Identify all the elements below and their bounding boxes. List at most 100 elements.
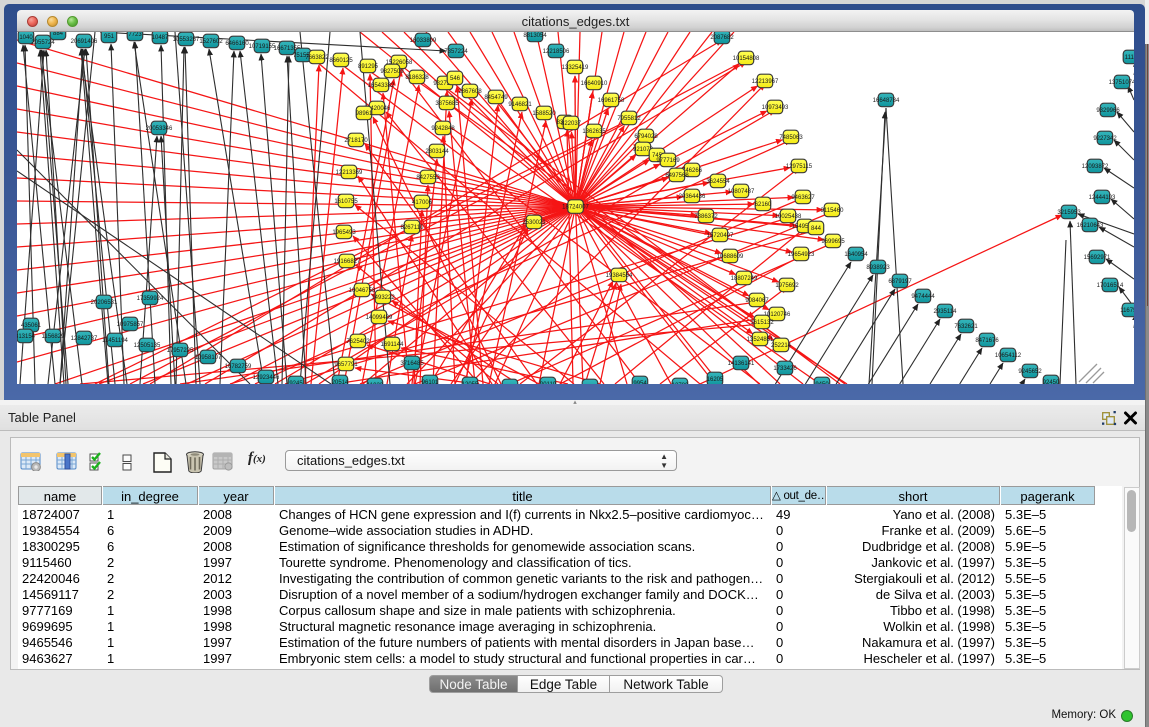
svg-text:116753: 116753 [1120, 308, 1134, 314]
svg-text:62160: 62160 [755, 202, 772, 208]
svg-text:7723: 7723 [128, 32, 142, 38]
svg-text:7632621: 7632621 [954, 324, 978, 330]
svg-text:6466160: 6466160 [225, 41, 249, 47]
svg-text:1733426: 1733426 [773, 366, 797, 372]
svg-text:1975692: 1975692 [775, 283, 799, 289]
svg-text:9450: 9450 [815, 382, 829, 384]
svg-text:9827509: 9827509 [380, 69, 404, 75]
svg-text:12213967: 12213967 [752, 79, 779, 85]
svg-text:13524851: 13524851 [747, 337, 774, 343]
svg-text:9242848: 9242848 [431, 126, 455, 132]
svg-text:16648784: 16648784 [873, 98, 900, 104]
svg-text:96101: 96101 [422, 380, 439, 384]
svg-text:2867608: 2867608 [458, 89, 482, 95]
svg-text:891295: 891295 [358, 64, 379, 70]
svg-text:19654923: 19654923 [788, 252, 815, 258]
svg-text:1362635: 1362635 [582, 129, 606, 135]
svg-text:13325419: 13325419 [562, 65, 589, 71]
svg-text:1640954: 1640954 [844, 252, 868, 258]
svg-text:10553267: 10553267 [173, 37, 200, 43]
svg-text:14099489: 14099489 [366, 315, 393, 321]
svg-text:9084067: 9084067 [745, 298, 769, 304]
svg-text:8813054: 8813054 [523, 33, 547, 39]
svg-text:10654112: 10654112 [995, 353, 1022, 359]
svg-text:1691144: 1691144 [381, 342, 405, 348]
svg-text:10487: 10487 [152, 35, 169, 41]
svg-text:12093872: 12093872 [1082, 164, 1109, 170]
svg-text:9115460: 9115460 [821, 208, 845, 214]
svg-text:9146821: 9146821 [508, 102, 532, 108]
svg-text:2803144: 2803144 [425, 149, 449, 155]
svg-text:9245: 9245 [289, 381, 303, 384]
svg-text:10025438: 10025438 [775, 214, 802, 220]
svg-text:9463627: 9463627 [791, 195, 815, 201]
svg-text:2087682: 2087682 [710, 35, 734, 41]
svg-text:1965493: 1965493 [332, 230, 356, 236]
svg-text:12505135: 12505135 [134, 343, 161, 349]
svg-text:16782759: 16782759 [225, 364, 252, 370]
svg-text:18724007: 18724007 [562, 205, 589, 211]
svg-text:10973493: 10973493 [762, 105, 789, 111]
svg-text:7485063: 7485063 [779, 135, 803, 141]
svg-text:10688609: 10688609 [717, 254, 744, 260]
svg-text:7386372: 7386372 [694, 214, 718, 220]
svg-text:16033809: 16033809 [410, 38, 437, 44]
svg-text:8454749: 8454749 [484, 95, 508, 101]
svg-text:1610755: 1610755 [334, 199, 358, 205]
svg-text:8427552: 8427552 [416, 175, 440, 181]
svg-text:12444193: 12444193 [1089, 195, 1116, 201]
svg-text:9474444: 9474444 [911, 294, 935, 300]
svg-text:6497568: 6497568 [665, 173, 689, 179]
svg-text:884: 884 [53, 32, 64, 37]
svg-text:8186328: 8186328 [405, 75, 429, 81]
svg-text:20514: 20514 [332, 380, 349, 384]
svg-text:417006: 417006 [412, 200, 433, 206]
svg-text:12213369: 12213369 [336, 170, 363, 176]
svg-text:10154808: 10154808 [733, 56, 760, 62]
svg-text:3875685: 3875685 [435, 101, 459, 107]
svg-text:2055724: 2055724 [31, 40, 55, 46]
svg-text:9777169: 9777169 [656, 158, 680, 164]
svg-text:2530021: 2530021 [522, 220, 546, 226]
svg-text:7663822: 7663822 [305, 55, 329, 61]
svg-text:6794028: 6794028 [634, 134, 658, 140]
svg-text:9954: 9954 [633, 381, 647, 384]
svg-text:92450: 92450 [1043, 380, 1060, 384]
svg-text:9329966: 9329966 [1096, 108, 1120, 114]
svg-text:3624554: 3624554 [706, 179, 730, 185]
svg-text:8938923: 8938923 [866, 265, 890, 271]
svg-text:9245652: 9245652 [1018, 369, 1042, 375]
svg-text:16640910: 16640910 [581, 81, 608, 87]
svg-text:12923446: 12923446 [253, 375, 280, 381]
svg-text:20206531: 20206531 [91, 300, 118, 306]
svg-text:3716485: 3716485 [400, 361, 424, 367]
svg-text:822037: 822037 [561, 121, 582, 127]
svg-text:10975857: 10975857 [117, 322, 144, 328]
svg-text:546: 546 [450, 76, 461, 82]
svg-text:20691406: 20691406 [71, 39, 98, 45]
svg-text:17016514: 17016514 [1097, 283, 1124, 289]
svg-text:20053346: 20053346 [146, 126, 173, 132]
svg-text:9227342: 9227342 [1093, 136, 1117, 142]
svg-text:12055: 12055 [462, 382, 479, 384]
svg-text:12842737: 12842737 [71, 336, 98, 342]
svg-text:1527602: 1527602 [199, 39, 223, 45]
svg-text:1493222: 1493222 [371, 295, 395, 301]
svg-text:20110: 20110 [540, 382, 557, 384]
svg-text:10719155: 10719155 [249, 44, 276, 50]
svg-text:8660125: 8660125 [329, 58, 353, 64]
svg-text:8471676: 8471676 [975, 338, 999, 344]
svg-text:3215953: 3215953 [1057, 210, 1081, 216]
svg-text:16205: 16205 [707, 377, 724, 383]
svg-text:9657791: 9657791 [334, 362, 358, 368]
svg-text:17359924: 17359924 [137, 296, 164, 302]
svg-text:2718170: 2718170 [344, 138, 368, 144]
svg-text:10807487: 10807487 [728, 189, 755, 195]
svg-text:1156829: 1156829 [42, 334, 66, 340]
svg-text:1615132: 1615132 [750, 320, 774, 326]
svg-text:1588520: 1588520 [532, 111, 556, 117]
svg-text:7625402: 7625402 [346, 339, 370, 345]
svg-text:16961758: 16961758 [598, 98, 625, 104]
svg-text:16543382: 16543382 [368, 83, 395, 89]
svg-text:435061: 435061 [21, 323, 42, 329]
